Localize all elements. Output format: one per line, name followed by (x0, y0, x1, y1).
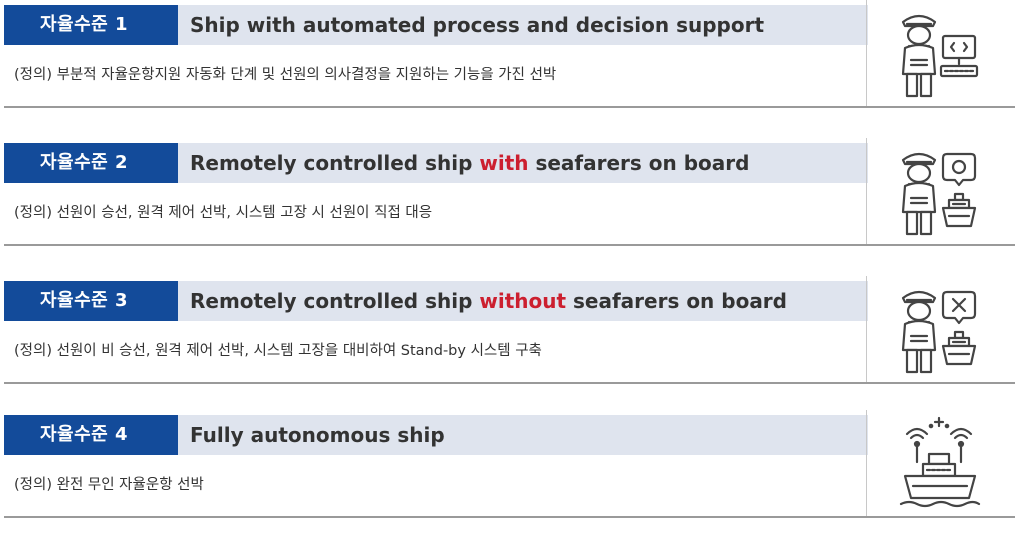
level-icon-cell (866, 138, 1015, 244)
level-title: Fully autonomous ship (178, 415, 868, 455)
level-title-text: Fully autonomous ship (190, 423, 445, 447)
seafarer-ship-signal-icon (901, 152, 977, 236)
level-definition: (정의) 완전 무인 자율운항 선박 (14, 477, 204, 493)
level-definition: (정의) 선원이 비 승선, 원격 제어 선박, 시스템 고장을 대비하여 St… (14, 343, 542, 359)
level-icon-cell (866, 410, 1015, 516)
level-title-emphasis: with (479, 151, 529, 175)
level-title-text-after: seafarers on board (566, 289, 787, 313)
level-1-row: 자율수준 1 Ship with automated process and d… (4, 0, 1015, 108)
row-divider (4, 244, 1015, 246)
level-title-text-after: seafarers on board (528, 151, 750, 175)
row-divider (4, 106, 1015, 108)
row-divider (4, 516, 1015, 518)
level-3-row: 자율수준 3 Remotely controlled ship without … (4, 276, 1015, 384)
level-title: Ship with automated process and decision… (178, 5, 868, 45)
level-badge: 자율수준 1 (4, 5, 178, 45)
level-definition: (정의) 선원이 승선, 원격 제어 선박, 시스템 고장 시 선원이 직접 대… (14, 205, 433, 221)
seafarer-ship-no-signal-icon (901, 290, 977, 374)
level-badge: 자율수준 2 (4, 143, 178, 183)
level-icon-cell (866, 276, 1015, 382)
level-title: Remotely controlled ship without seafare… (178, 281, 868, 321)
level-icon-cell (866, 0, 1015, 106)
level-title-text: Ship with automated process and decision… (190, 13, 765, 37)
level-4-row: 자율수준 4 Fully autonomous ship (정의) 완전 무인 … (4, 410, 1015, 518)
row-divider (4, 382, 1015, 384)
level-title-text: Remotely controlled ship (190, 289, 480, 313)
level-title-text: Remotely controlled ship (190, 151, 480, 175)
level-title-emphasis: without (479, 289, 567, 313)
seafarer-computer-icon (901, 14, 979, 98)
level-badge: 자율수준 3 (4, 281, 178, 321)
level-2-row: 자율수준 2 Remotely controlled ship with sea… (4, 138, 1015, 246)
level-badge: 자율수준 4 (4, 415, 178, 455)
level-definition: (정의) 부분적 자율운항지원 자동화 단계 및 선원의 의사결정을 지원하는 … (14, 67, 557, 83)
level-title: Remotely controlled ship with seafarers … (178, 143, 868, 183)
autonomous-ship-icon (899, 416, 981, 508)
